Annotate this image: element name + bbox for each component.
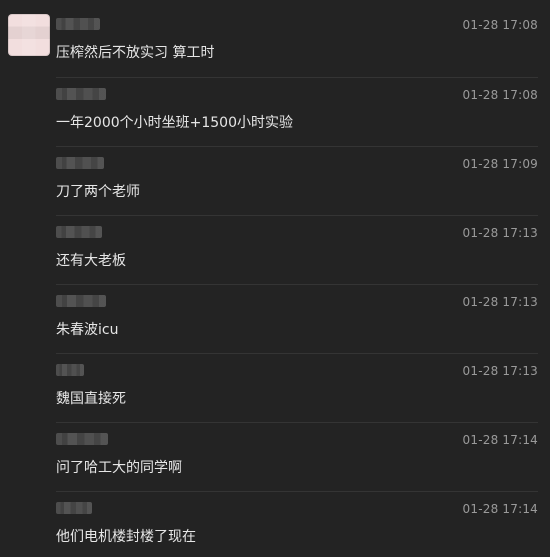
comment-timestamp: 01-28 17:13 xyxy=(462,295,538,309)
comment-text: 他们电机楼封楼了现在 xyxy=(56,529,196,545)
comment-item: 01-28 17:13 魏国直接死 xyxy=(56,353,538,423)
comment-timestamp: 01-28 17:13 xyxy=(462,226,538,240)
blurred-username[interactable] xyxy=(56,433,108,445)
comment-timestamp: 01-28 17:08 xyxy=(462,18,538,32)
comment-item: 01-28 17:08 一年2000个小时坐班+1500小时实验 xyxy=(56,77,538,147)
blurred-username[interactable] xyxy=(56,502,92,514)
comment-text: 问了哈工大的同学啊 xyxy=(56,460,182,476)
comment-text: 一年2000个小时坐班+1500小时实验 xyxy=(56,115,293,131)
comment-thread: 01-28 17:08 压榨然后不放实习 算工时 01-28 17:08 一年2… xyxy=(0,0,550,557)
comment-timestamp: 01-28 17:14 xyxy=(462,433,538,447)
comment-text: 魏国直接死 xyxy=(56,391,126,407)
comment-item: 01-28 17:09 刀了两个老师 xyxy=(56,146,538,216)
comment-timestamp: 01-28 17:09 xyxy=(462,157,538,171)
comment-timestamp: 01-28 17:13 xyxy=(462,364,538,378)
comment-item: 01-28 17:13 还有大老板 xyxy=(56,215,538,285)
blurred-username[interactable] xyxy=(56,226,102,238)
blurred-username[interactable] xyxy=(56,157,104,169)
comment-item: 01-28 17:13 朱春波icu xyxy=(56,284,538,354)
comment-timestamp: 01-28 17:08 xyxy=(462,88,538,102)
blurred-username[interactable] xyxy=(56,295,106,307)
comment-text: 刀了两个老师 xyxy=(56,184,140,200)
comment-item: 01-28 17:08 压榨然后不放实习 算工时 xyxy=(56,8,538,77)
comment-timestamp: 01-28 17:14 xyxy=(462,502,538,516)
comment-text: 压榨然后不放实习 算工时 xyxy=(56,45,215,61)
blurred-username[interactable] xyxy=(56,88,106,100)
comment-text: 还有大老板 xyxy=(56,253,126,269)
avatar[interactable] xyxy=(8,14,50,56)
comment-item: 01-28 17:14 问了哈工大的同学啊 xyxy=(56,422,538,492)
comment-text: 朱春波icu xyxy=(56,322,119,338)
comment-item: 01-28 17:14 他们电机楼封楼了现在 xyxy=(56,491,538,557)
blurred-username[interactable] xyxy=(56,18,100,30)
blurred-username[interactable] xyxy=(56,364,84,376)
